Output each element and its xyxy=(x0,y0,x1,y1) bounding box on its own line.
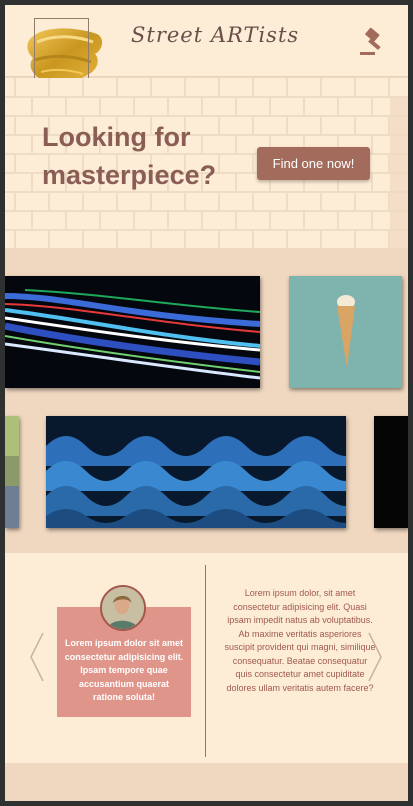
testimonial-side-quote: Lorem ipsum dolor, sit amet consectetur … xyxy=(224,588,376,693)
site-header: Street ARTists xyxy=(5,5,408,84)
hero-title: Looking for masterpiece? xyxy=(42,122,217,190)
light-trails-image xyxy=(5,276,260,388)
page: Street ARTists Looking for masterpiece? … xyxy=(5,5,408,801)
avatar xyxy=(100,585,146,631)
testimonial-divider xyxy=(205,565,206,757)
chevron-right-icon[interactable] xyxy=(367,631,383,683)
gallery-item-blue-waves[interactable] xyxy=(46,416,346,528)
gallery-item-light-trails[interactable] xyxy=(5,276,260,388)
gallery-item-ice-cream[interactable] xyxy=(289,276,402,388)
hero-banner: Looking for masterpiece? Find one now! xyxy=(5,78,408,248)
footer-band xyxy=(5,763,408,801)
logo-frame xyxy=(34,18,89,84)
brand-name[interactable]: Street ARTists xyxy=(131,23,299,47)
testimonial-card-quote: Lorem ipsum dolor sit amet consectetur a… xyxy=(64,638,184,702)
gavel-icon[interactable] xyxy=(357,27,387,57)
testimonials-section: Lorem ipsum dolor sit amet consectetur a… xyxy=(5,553,408,763)
chevron-left-icon[interactable] xyxy=(29,631,45,683)
landscape-image xyxy=(5,416,19,528)
art-gallery xyxy=(5,248,408,553)
find-one-now-button[interactable]: Find one now! xyxy=(257,147,370,180)
blue-waves-image xyxy=(46,416,346,528)
gallery-item-dark[interactable] xyxy=(374,416,408,528)
gallery-item-landscape[interactable] xyxy=(5,416,19,528)
person-avatar-image xyxy=(102,587,144,629)
dark-artwork-image xyxy=(374,416,408,528)
ice-cream-image xyxy=(289,276,402,388)
